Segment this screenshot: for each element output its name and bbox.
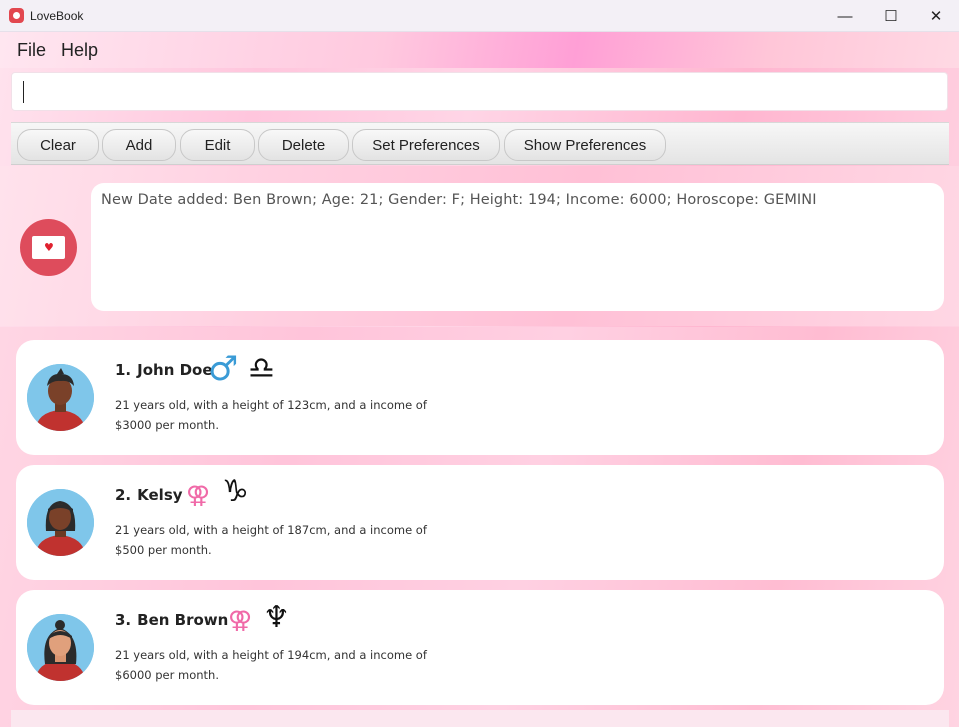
card-index: 1. [115,361,132,379]
avatar [27,614,94,681]
delete-button[interactable]: Delete [258,129,349,161]
menu-file[interactable]: File [17,40,46,61]
card-index: 2. [115,486,132,504]
list-footer [11,710,949,727]
card-name: Ben Brown [137,611,229,629]
close-button[interactable]: ✕ [913,0,959,32]
result-display: New Date added: Ben Brown; Age: 21; Gend… [91,183,944,311]
edit-button[interactable]: Edit [180,129,255,161]
app-icon [9,8,24,23]
female-icon: ⚢ [228,606,253,634]
date-card[interactable]: 1. John Doe ♂ ♎ 21 years old, with a heig… [16,340,944,455]
card-title: 1. John Doe [115,361,213,379]
card-detail-line1: 21 years old, with a height of 123cm, an… [115,398,427,412]
card-detail-line1: 21 years old, with a height of 194cm, an… [115,648,427,662]
card-description: 21 years old, with a height of 187cm, an… [115,520,435,560]
female-icon: ⚢ [186,481,211,509]
menu-bar [0,32,959,68]
card-detail-line2: $3000 per month. [115,418,219,432]
date-card[interactable]: 2. Kelsy ⚢ ♑ 21 years old, with a height … [16,465,944,580]
card-title: 3. Ben Brown [115,611,228,629]
card-detail-line2: $6000 per month. [115,668,219,682]
male-icon: ♂ [208,349,239,389]
text-caret [23,81,24,103]
window-title: LoveBook [30,9,84,23]
menu-help[interactable]: Help [61,40,98,61]
card-description: 21 years old, with a height of 123cm, an… [115,395,435,435]
card-name: John Doe [137,361,213,379]
clear-button[interactable]: Clear [17,129,99,161]
title-bar: LoveBook — ☐ ✕ [0,0,959,32]
date-card[interactable]: 3. Ben Brown ⚢ ♆ 21 years old, with a hei… [16,590,944,705]
show-preferences-button[interactable]: Show Preferences [504,129,666,161]
neptune-icon: ♆ [263,600,290,635]
minimize-button[interactable]: — [822,0,868,32]
libra-icon: ♎ [248,351,275,386]
toolbar: Clear Add Edit Delete Set Preferences Sh… [11,122,949,165]
card-name: Kelsy [137,486,183,504]
heart-icon: ♥ [44,241,54,254]
command-input[interactable] [11,72,948,111]
card-title: 2. Kelsy [115,486,183,504]
card-description: 21 years old, with a height of 194cm, an… [115,645,435,685]
card-detail-line1: 21 years old, with a height of 187cm, an… [115,523,427,537]
card-detail-line2: $500 per month. [115,543,212,557]
set-preferences-button[interactable]: Set Preferences [352,129,500,161]
avatar [27,364,94,431]
maximize-button[interactable]: ☐ [868,0,914,32]
add-button[interactable]: Add [102,129,176,161]
capricorn-icon: ♑ [222,474,249,509]
avatar [27,489,94,556]
result-message: New Date added: Ben Brown; Age: 21; Gend… [101,192,817,208]
card-index: 3. [115,611,132,629]
